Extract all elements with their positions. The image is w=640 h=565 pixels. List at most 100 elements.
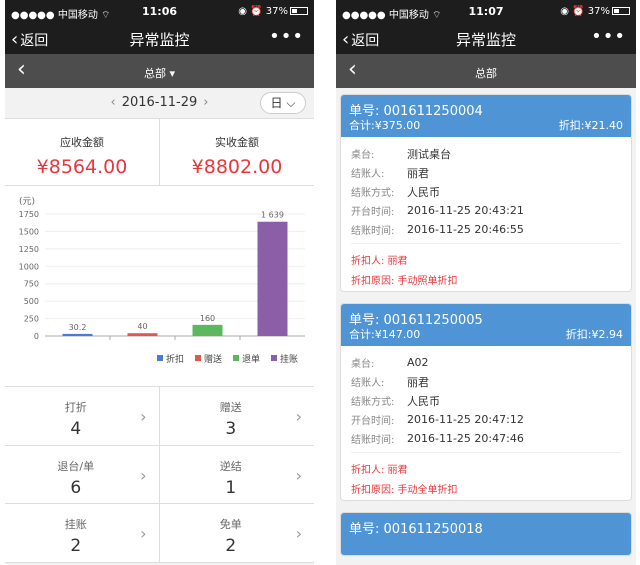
data-label: 30.2	[69, 323, 87, 332]
more-icon[interactable]: •••	[269, 26, 304, 47]
detail-row: 结账方式: 人民币	[351, 394, 440, 409]
legend-label: 挂账	[280, 353, 298, 365]
received-value: ¥8802.00	[191, 156, 283, 178]
grid-label: 赠送	[219, 401, 242, 414]
y-tick-label: 500	[24, 297, 39, 306]
receivable-value: ¥8564.00	[36, 156, 128, 178]
exception-bar-chart: (元) 0 250 500 750 1000 1250 1500 1750 30.2 40 160 1 …	[5, 186, 314, 386]
discount-reason-line: 折扣原因: 手动照单折扣	[351, 275, 458, 287]
y-axis-label: (元)	[19, 197, 35, 207]
received-label: 实收金额	[215, 136, 259, 149]
detail-row: 结账时间: 2016-11-25 20:47:46	[351, 432, 524, 446]
order-card-header: 单号: 001611250005 合计:¥147.00 折扣:¥2.94	[341, 304, 631, 346]
grid-cell-discount[interactable]: 打折 4 ›	[5, 387, 160, 446]
chevron-right-icon: ›	[295, 465, 302, 485]
chevron-right-icon: ›	[140, 407, 147, 426]
grid-cell-credit[interactable]: 挂账 2 ›	[5, 504, 160, 563]
chevron-right-icon: ›	[295, 524, 302, 544]
battery-fill	[292, 9, 298, 13]
detail-row: 结账时间: 2016-11-25 20:46:55	[351, 223, 524, 237]
order-card-body: 桌台: 测试桌台 结账人: 丽君 结账方式: 人民币 开台时间: 2016-11-25 …	[341, 137, 631, 291]
grid-cell-gift[interactable]: 赠送 3 ›	[159, 387, 314, 446]
bar-退单	[192, 324, 223, 336]
chevron-right-icon: ›	[140, 465, 147, 485]
grid-label: 挂账	[64, 518, 87, 532]
bar-挂账	[257, 221, 288, 336]
battery-icon	[290, 7, 308, 15]
grid-count: 3	[225, 419, 237, 439]
battery-fill	[614, 9, 620, 13]
nav-bar: ‹ 返回 异常监控 •••	[336, 24, 636, 54]
bar-赠送	[127, 333, 158, 336]
discount-reason-line: 折扣原因: 手动全单折扣	[351, 484, 458, 496]
grid-cell-free[interactable]: 免单 2 ›	[159, 504, 314, 563]
chevron-right-icon: ›	[140, 524, 147, 544]
data-label: 40	[137, 322, 147, 331]
detail-row: 开台时间: 2016-11-25 20:43:21	[351, 204, 524, 218]
grid-count: 6	[70, 477, 82, 498]
more-icon[interactable]: •••	[591, 26, 626, 47]
legend-swatch	[233, 355, 239, 361]
grid-count: 1	[225, 477, 237, 498]
date-next-icon[interactable]: ›	[203, 95, 208, 110]
grid-label: 打折	[64, 401, 87, 414]
detail-row: 桌台: 测试桌台	[351, 147, 451, 162]
right-screen: ●●●●● 中国移动 ⌔ 11:07 ◉ ⏰ 37% ‹ 返回 异常监控 ••• …	[336, 0, 636, 565]
order-card-header: 单号: 001611250004 合计:¥375.00 折扣:¥21.40	[341, 95, 631, 137]
detail-row: 结账方式: 人民币	[351, 185, 440, 200]
y-tick-label: 250	[24, 315, 39, 324]
grid-count: 4	[70, 419, 82, 439]
order-card-header: 单号: 001611250018	[341, 513, 631, 555]
legend-swatch	[195, 355, 201, 361]
received-cell: 实收金额 ¥8802.00	[159, 119, 314, 185]
grid-count: 2	[70, 536, 82, 557]
discounter-line: 折扣人: 丽君	[351, 464, 408, 476]
order-card[interactable]: 单号: 001611250018	[340, 512, 632, 556]
legend-label: 折扣	[166, 353, 184, 365]
amount-summary: 应收金额 ¥8564.00 实收金额 ¥8802.00	[5, 118, 314, 186]
chart-svg: (元) 0 250 500 750 1000 1250 1500 1750 30.2 40 160 1 …	[19, 197, 305, 365]
period-dropdown[interactable]: 日 ⌵	[260, 92, 306, 114]
detail-row: 开台时间: 2016-11-25 20:47:12	[351, 413, 524, 427]
divider	[351, 243, 621, 244]
detail-row: 结账人: 丽君	[351, 375, 429, 390]
grid-label: 退台/单	[57, 459, 95, 473]
order-card[interactable]: 单号: 001611250005 合计:¥147.00 折扣:¥2.94 桌台:…	[340, 303, 632, 501]
date-value: 2016-11-29	[121, 95, 198, 110]
y-tick-label: 0	[34, 332, 39, 341]
y-tick-label: 1500	[19, 227, 39, 236]
order-total: 合计:¥375.00	[349, 119, 421, 132]
y-tick-label: 1750	[19, 210, 39, 219]
order-discount: 折扣:¥21.40	[558, 119, 623, 132]
order-total: 合计:¥147.00	[349, 328, 421, 341]
y-tick-label: 750	[24, 280, 39, 289]
order-card[interactable]: 单号: 001611250004 合计:¥375.00 折扣:¥21.40 桌台…	[340, 94, 632, 292]
status-bar: ●●●●● 中国移动 ⌔ 11:06 ◉ ⏰ 37%	[5, 0, 314, 24]
order-discount: 折扣:¥2.94	[565, 328, 623, 341]
order-number: 单号: 001611250018	[349, 522, 483, 537]
battery-info: ◉ ⏰ 37%	[560, 6, 630, 17]
grid-label: 免单	[219, 518, 242, 532]
page-title: 异常监控	[129, 31, 190, 49]
detail-row: 桌台: A02	[351, 356, 429, 370]
grid-cell-return[interactable]: 退台/单 6 ›	[5, 445, 160, 505]
grid-count: 2	[225, 536, 237, 557]
bar-折扣	[62, 333, 93, 336]
exception-grid: 打折 4 › 赠送 3 › 退台/单 6 › 逆结 1 › 挂账 2 › 免单 2 ›	[5, 386, 314, 563]
grid-cell-reverse[interactable]: 逆结 1 ›	[159, 446, 314, 505]
legend-label: 赠送	[204, 353, 222, 365]
data-label: 160	[200, 314, 215, 323]
sub-nav-bar: ‹ 总部 ▾	[5, 54, 314, 88]
data-label: 1 639	[261, 211, 284, 220]
grid-label: 逆结	[219, 459, 242, 473]
receivable-cell: 应收金额 ¥8564.00	[5, 119, 159, 185]
y-tick-label: 1250	[19, 245, 39, 254]
nav-bar: ‹ 返回 异常监控 •••	[5, 24, 314, 54]
battery-info: ◉ ⏰ 37%	[238, 6, 308, 17]
chevron-right-icon: ›	[295, 407, 302, 426]
branch-selector[interactable]: 总部 ▾	[5, 65, 314, 81]
date-prev-icon[interactable]: ‹	[111, 95, 116, 110]
divider	[351, 452, 621, 453]
sub-nav-bar: ‹ 总部	[336, 54, 636, 88]
branch-label: 总部	[475, 67, 497, 80]
